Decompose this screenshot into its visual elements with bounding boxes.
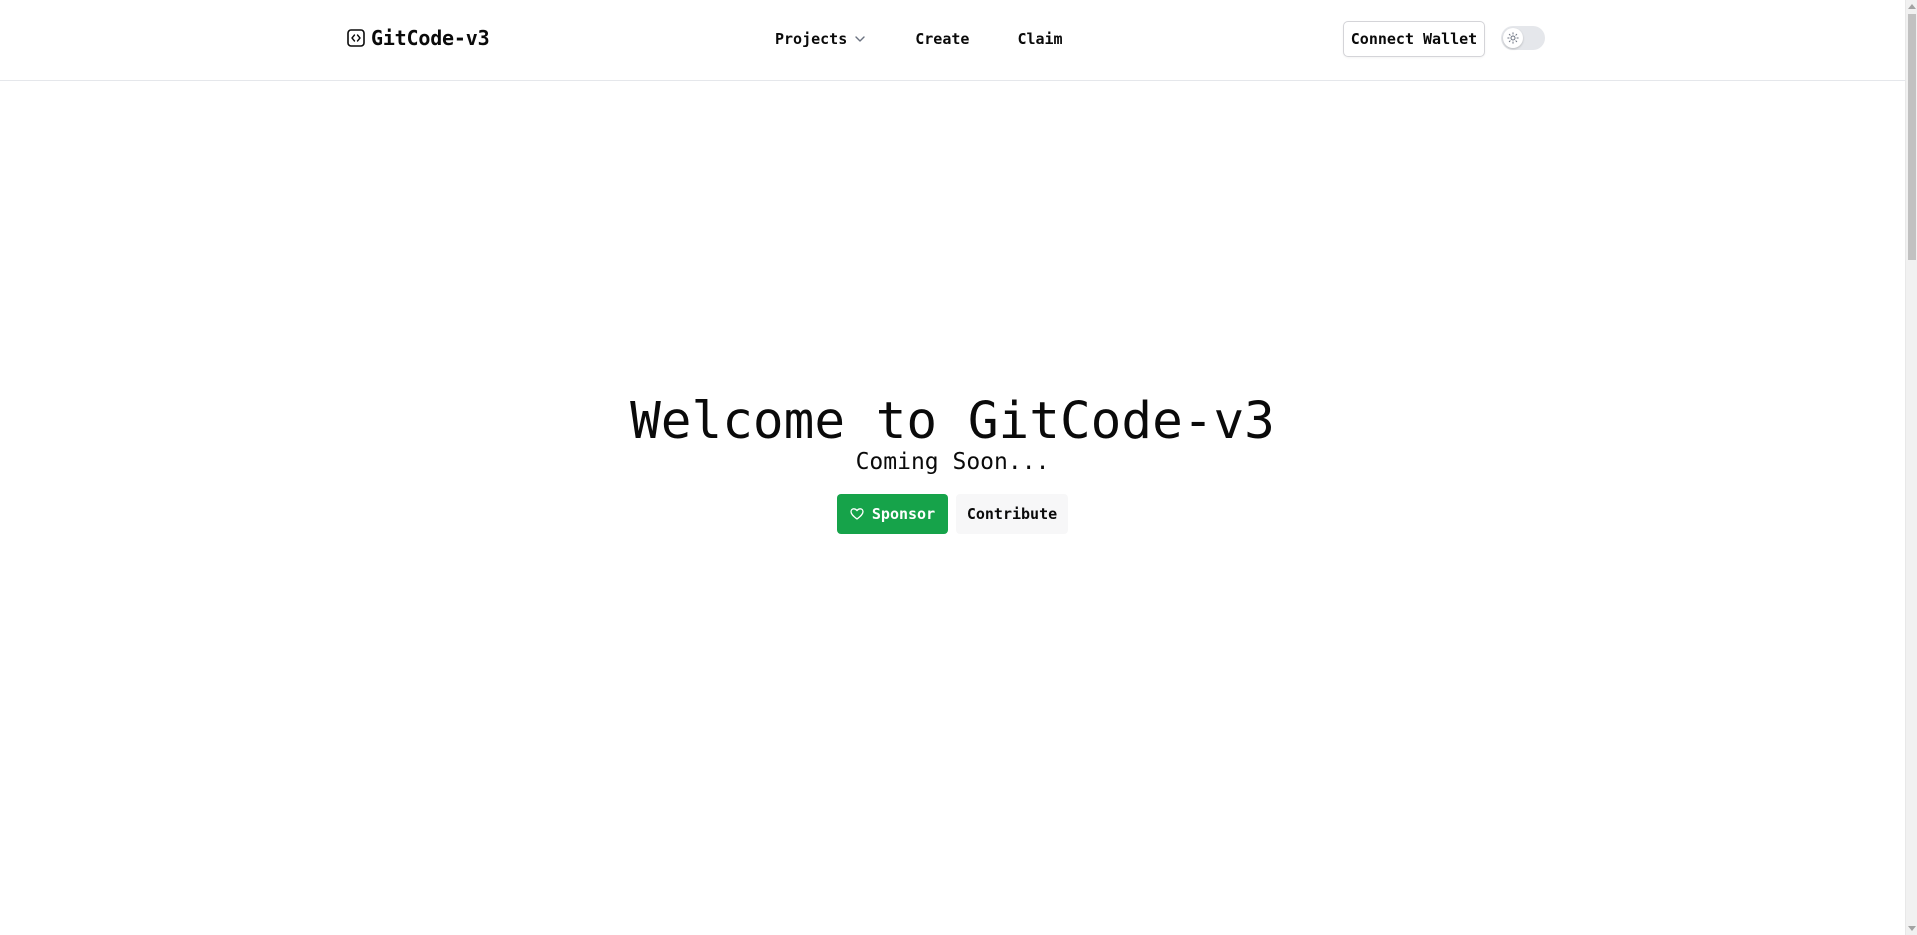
toggle-thumb (1503, 28, 1523, 48)
hero-title: Welcome to GitCode-v3 (630, 392, 1275, 451)
sponsor-label: Sponsor (871, 505, 936, 523)
top-navbar: GitCode-v3 Projects Create Claim Connect… (0, 0, 1905, 81)
scroll-up-arrow-icon[interactable] (1908, 4, 1916, 9)
vertical-scrollbar[interactable] (1905, 0, 1917, 935)
connect-wallet-button[interactable]: Connect Wallet (1343, 21, 1485, 57)
nav-projects-dropdown[interactable]: Projects (775, 27, 867, 51)
heart-icon (850, 507, 864, 521)
chevron-down-icon (853, 32, 867, 46)
hero-actions: Sponsor Contribute (837, 494, 1068, 534)
hero-subtitle: Coming Soon... (855, 449, 1050, 475)
page: GitCode-v3 Projects Create Claim Connect… (0, 0, 1905, 935)
theme-toggle[interactable] (1501, 26, 1545, 50)
code-icon (347, 29, 365, 47)
nav-create-link[interactable]: Create (915, 27, 969, 51)
logo-link[interactable]: GitCode-v3 (347, 26, 490, 50)
nav-create-label: Create (915, 30, 970, 48)
scroll-down-arrow-icon[interactable] (1908, 926, 1916, 931)
main-nav: Projects Create Claim (775, 27, 1111, 51)
nav-claim-label: Claim (1017, 30, 1063, 48)
scroll-thumb[interactable] (1908, 14, 1916, 260)
sun-icon (1507, 29, 1519, 48)
logo-text: GitCode-v3 (371, 26, 490, 50)
nav-projects-label: Projects (775, 30, 848, 48)
nav-claim-link[interactable]: Claim (1017, 27, 1062, 51)
sponsor-button[interactable]: Sponsor (837, 494, 948, 534)
contribute-button[interactable]: Contribute (956, 494, 1068, 534)
